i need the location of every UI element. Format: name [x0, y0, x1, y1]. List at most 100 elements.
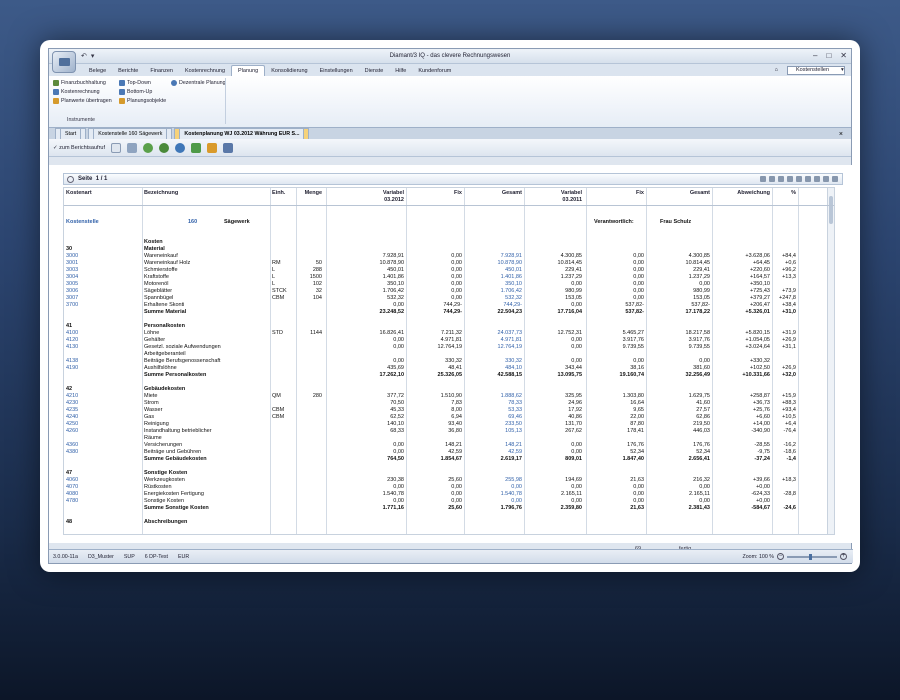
tab-belege[interactable]: Belege	[83, 66, 112, 76]
help-icon[interactable]	[159, 142, 169, 153]
context-select[interactable]: Kostenstellen ▾	[787, 65, 845, 75]
status-bar: 3.0.00-11a D3_Muster SUP 6 DP-Test EUR Z…	[49, 549, 853, 563]
table-row[interactable]: 4100 Löhne STD 1144 16.826,41 7.211,32 24.037,…	[64, 330, 834, 337]
print-icon[interactable]	[127, 142, 137, 153]
cell-p: -18,6	[783, 449, 796, 455]
cell-g1: 69,46	[508, 414, 522, 420]
table-row[interactable]: 3003 Schmierstoffe L 288 450,01 0,00 450,01 229…	[64, 267, 834, 274]
cell-v2: 24,96	[568, 400, 582, 406]
cell-f2: 19.160,74	[619, 372, 644, 378]
cell-v1: 1.706,42	[382, 288, 404, 294]
table-row[interactable]: 4230 Strom 70,50 7,83 78,33 24,96 16,64 41,60 +3…	[64, 400, 834, 407]
close-icon[interactable]	[832, 176, 838, 182]
ribbon-button-kostenrechnung[interactable]: Kostenrechnung	[53, 87, 112, 96]
cell-f2: 21,63	[630, 505, 644, 511]
zoom-slider[interactable]	[787, 553, 837, 560]
table-row[interactable]: 3000 Wareneinkauf 7.928,91 0,00 7.928,91 4.30…	[64, 253, 834, 260]
close-button[interactable]: ✕	[840, 51, 847, 60]
cell-f2: 87,80	[630, 421, 644, 427]
doc-tab-kostenplanung[interactable]: Kostenplanung WJ 03.2012 Währung EUR S..…	[174, 128, 310, 139]
status-user: SUP	[123, 553, 135, 560]
ribbon-button-dezentrale-planung[interactable]: Dezentrale Planung	[171, 78, 226, 87]
table-row[interactable]: 4080 Energiekosten Fertigung 1.540,78 0,00 1…	[64, 491, 834, 498]
export-icon[interactable]	[823, 176, 829, 182]
table-row[interactable]: 3001 Wareneinkauf Holz RM 50 10.878,90 0,00 10…	[64, 260, 834, 267]
next-page-icon[interactable]	[778, 176, 784, 182]
print-icon[interactable]	[814, 176, 820, 182]
export-icon[interactable]	[207, 142, 217, 153]
tab-finanzen[interactable]: Finanzen	[144, 66, 179, 76]
tab-kostenrechnung[interactable]: Kostenrechnung	[179, 66, 231, 76]
ribbon-button-planwerte-uebertragen[interactable]: Planwerte übertragen	[53, 96, 112, 105]
page-radio-icon[interactable]	[67, 175, 74, 183]
cell-v1: 0,00	[393, 358, 404, 364]
tab-einstellungen[interactable]: Einstellungen	[314, 66, 359, 76]
excel-export-icon[interactable]	[191, 142, 201, 153]
kostenstelle-number[interactable]: 160	[188, 219, 197, 226]
first-page-icon[interactable]	[760, 176, 766, 182]
zoom-in-button[interactable]: +	[840, 553, 847, 560]
tab-kundenforum[interactable]: Kundenforum	[412, 66, 457, 76]
ribbon-button-finanzbuchhaltung[interactable]: Finanzbuchhaltung	[53, 78, 112, 87]
list-icon[interactable]	[223, 142, 233, 153]
table-row[interactable]: 4380 Beiträge und Gebühren 0,00 42,59 42,59 0…	[64, 449, 834, 456]
search-icon[interactable]	[796, 176, 802, 182]
cell-bez: Miete	[144, 393, 158, 399]
zoom-slider-thumb[interactable]	[808, 553, 812, 560]
application-menu-button[interactable]	[52, 51, 76, 73]
ribbon-button-bottom-up[interactable]: Bottom-Up	[119, 87, 166, 96]
table-row[interactable]: 4070 Rüstkosten 0,00 0,00 0,00 0,00 0,00 0,00 +0…	[64, 484, 834, 491]
table-row[interactable]: 4250 Reinigung 140,10 93,40 233,50 131,70 87,8…	[64, 421, 834, 428]
cell-p: +31,0	[782, 309, 796, 315]
table-row[interactable]: 3005 Motorenöl L 102 350,10 0,00 350,10 0,00 0,0…	[64, 281, 834, 288]
cell-ab: +206,47	[749, 302, 770, 308]
close-tab-icon[interactable]: ×	[835, 129, 847, 140]
table-row[interactable]: 4780 Sonstige Kosten 0,00 0,00 0,00 0,00 0,00 0…	[64, 498, 834, 505]
table-row[interactable]: 4138 Beiträge Berufsgenossenschaft 0,00 330…	[64, 358, 834, 365]
tab-konsolidierung[interactable]: Konsolidierung	[265, 66, 313, 76]
cell-f1: 0,00	[451, 281, 462, 287]
cell-p: +31,9	[782, 330, 796, 336]
table-row[interactable]: 4190 Aushilfslöhne 435,69 48,41 484,10 343,44…	[64, 365, 834, 372]
ribbon-button-top-down[interactable]: Top-Down	[119, 78, 166, 87]
table-row[interactable]: 4060 Werkzeugkosten 230,38 25,60 255,98 194,6…	[64, 477, 834, 484]
page-setup-icon[interactable]	[805, 176, 811, 182]
document-icon[interactable]	[111, 142, 121, 153]
table-row[interactable]: 4130 Gesetzl. soziale Aufwendungen 0,00 12.…	[64, 344, 834, 351]
table-row[interactable]: 3004 Kraftstoffe L 1500 1.401,86 0,00 1.401,86…	[64, 274, 834, 281]
previous-page-icon[interactable]	[769, 176, 775, 182]
tab-dienste[interactable]: Dienste	[359, 66, 390, 76]
globe-icon[interactable]	[175, 142, 185, 153]
table-row[interactable]: 3700 Erhaltene Skonti 0,00 744,29- 744,29- 0,…	[64, 302, 834, 309]
ribbon-button-planungsobjekte[interactable]: Planungsobjekte	[119, 96, 166, 105]
doc-tab-kostenstelle[interactable]: Kostenstelle 160 Sägewerk	[88, 128, 173, 139]
cell-v2: 809,01	[565, 456, 582, 462]
tab-planung[interactable]: Planung	[231, 65, 266, 76]
zoom-out-button[interactable]: −	[777, 553, 784, 560]
maximize-button[interactable]: □	[826, 51, 831, 60]
verantwortlich-name: Frau Schulz	[660, 219, 692, 225]
table-row[interactable]: 4235 Wasser CBM 45,33 8,00 53,33 17,92 9,65 27,5…	[64, 407, 834, 414]
cell-f2: 9.739,55	[622, 344, 644, 350]
table-row[interactable]: 4210 Miete QM 280 377,72 1.510,90 1.888,62 325,…	[64, 393, 834, 400]
table-row[interactable]: 4260 Instandhaltung betrieblicher 68,33 36,…	[64, 428, 834, 435]
cell-g2: 2.165,11	[688, 491, 710, 497]
back-to-report-button[interactable]: ✓ zum Berichtsaufruf	[53, 145, 105, 151]
table-row[interactable]: 3006 Sägeblätter STCK 32 1.706,42 0,00 1.706,4…	[64, 288, 834, 295]
last-page-icon[interactable]	[787, 176, 793, 182]
minimize-button[interactable]: –	[813, 51, 817, 60]
doc-tab-start[interactable]: Start	[55, 128, 87, 139]
table-row[interactable]: 4120 Gehälter 0,00 4.971,81 4.971,81 0,00 3.91…	[64, 337, 834, 344]
tab-berichte[interactable]: Berichte	[112, 66, 144, 76]
tab-hilfe[interactable]: Hilfe	[389, 66, 412, 76]
cell-p: -28,8	[783, 491, 796, 497]
cell-g1: 350,10	[505, 281, 522, 287]
table-row[interactable]: 4240 Gas CBM 62,52 6,94 69,46 40,86 22,00 62,86 +…	[64, 414, 834, 421]
refresh-icon[interactable]	[143, 142, 153, 153]
cell-bez: Löhne	[144, 330, 160, 336]
table-row[interactable]: 4360 Versicherungen 0,00 148,21 148,21 0,00 17…	[64, 442, 834, 449]
cell-g2: 4.300,85	[688, 253, 710, 259]
window-title: Diamant/3 IQ - das clevere Rechnungswese…	[389, 53, 511, 59]
table-row[interactable]: 3007 Spannbügel CBM 104 532,32 0,00 532,32 153,…	[64, 295, 834, 302]
cell-f1: 148,21	[445, 442, 462, 448]
